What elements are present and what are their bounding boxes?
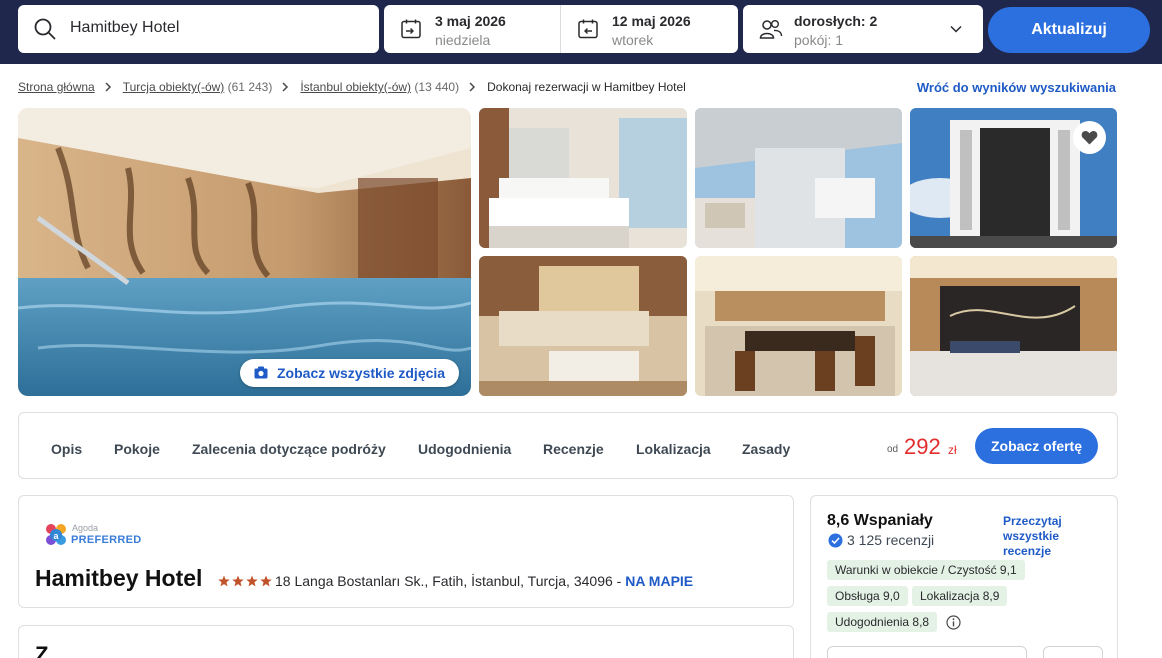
- price-from-label: od: [887, 444, 899, 455]
- checkout-date[interactable]: 12 maj 2026 wtorek: [561, 5, 738, 53]
- search-field[interactable]: Hamitbey Hotel: [18, 5, 379, 53]
- breadcrumb: Strona główna Turcja obiekty(-ów) (61 243…: [18, 80, 686, 94]
- favorite-button[interactable]: [1073, 121, 1106, 154]
- see-all-photos-button[interactable]: Zobacz wszystkie zdjęcia: [240, 359, 459, 387]
- pool-photo[interactable]: [18, 108, 471, 396]
- heart-icon: [1081, 131, 1098, 145]
- checkin-day-label: niedziela: [435, 32, 491, 48]
- property-nav: Opis Pokoje Zalecenia dotyczące podróży …: [18, 412, 1118, 479]
- tab-lokalizacja[interactable]: Lokalizacja: [636, 441, 711, 457]
- tab-zasady[interactable]: Zasady: [742, 441, 790, 457]
- agoda-preferred-logo-icon: a: [46, 524, 66, 545]
- chip-service: Obsługa 9,0: [827, 586, 908, 606]
- checkin-calendar-icon: [401, 19, 421, 39]
- guests-selector[interactable]: dorosłych: 2 pokój: 1: [743, 5, 983, 53]
- breadcrumb-city-count: (13 440): [414, 80, 460, 94]
- address-text: 18 Langa Bostanları Sk., Fatih, İstanbul…: [275, 573, 613, 589]
- camera-icon: [254, 366, 268, 379]
- rooms-label: pokój: 1: [794, 32, 844, 48]
- star-rating-icon: [218, 575, 272, 587]
- search-icon: [34, 18, 56, 40]
- see-all-photos-label: Zobacz wszystkie zdjęcia: [277, 365, 446, 381]
- star-icon: [232, 575, 244, 587]
- tab-udogodnienia[interactable]: Udogodnienia: [418, 441, 511, 457]
- reception-photo[interactable]: [910, 256, 1117, 396]
- chevron-right-icon: [282, 82, 289, 92]
- lobby-lounge-photo[interactable]: [479, 256, 687, 396]
- adults-label: dorosłych: 2: [794, 13, 878, 29]
- review-action-button[interactable]: [827, 646, 1027, 658]
- checkin-date[interactable]: 3 maj 2026 niedziela: [384, 5, 560, 53]
- price-currency: zł: [948, 443, 957, 457]
- preferred-badge: PREFERRED: [71, 534, 142, 546]
- checkin-date-label: 3 maj 2026: [435, 13, 506, 29]
- checkout-calendar-icon: [578, 19, 598, 39]
- breadcrumb-home[interactable]: Strona główna: [18, 80, 95, 94]
- chip-location: Lokalizacja 8,9: [912, 586, 1008, 606]
- search-input[interactable]: Hamitbey Hotel: [70, 19, 179, 37]
- review-summary-card: 8,6 Wspaniały 3 125 recenzji Przeczytaj …: [810, 495, 1118, 658]
- review-secondary-button[interactable]: [1043, 646, 1103, 658]
- date-picker[interactable]: 3 maj 2026 niedziela 12 maj 2026 wtorek: [384, 5, 738, 53]
- see-offer-button[interactable]: Zobacz ofertę: [975, 428, 1098, 464]
- tab-opis[interactable]: Opis: [51, 441, 82, 457]
- chevron-right-icon: [469, 82, 476, 92]
- section-card: Z: [18, 625, 794, 658]
- balcony-room-photo[interactable]: [695, 108, 902, 248]
- restaurant-photo[interactable]: [695, 256, 902, 396]
- update-button[interactable]: Aktualizuj: [988, 7, 1150, 53]
- verified-check-icon: [828, 533, 843, 548]
- people-icon: [759, 20, 783, 39]
- hotel-info-card: a Agoda PREFERRED Hamitbey Hotel 18 Lang…: [18, 495, 794, 608]
- section-title: Z: [35, 642, 49, 658]
- checkout-day-label: wtorek: [612, 32, 654, 48]
- review-count: 3 125 recenzji: [847, 532, 935, 548]
- review-score: 8,6 Wspaniały: [827, 512, 933, 529]
- checkout-date-label: 12 maj 2026: [612, 13, 691, 29]
- chevron-right-icon: [105, 82, 111, 92]
- top-search-bar: Hamitbey Hotel 3 maj 2026 niedziela 12 m…: [0, 0, 1162, 64]
- tab-recenzje[interactable]: Recenzje: [543, 441, 604, 457]
- price-value: 292: [904, 434, 941, 459]
- back-to-results-link[interactable]: Wróć do wyników wyszukiwania: [917, 80, 1116, 95]
- breadcrumb-city[interactable]: İstanbul obiekty(-ów): [300, 80, 411, 94]
- chip-cleanliness: Warunki w obiekcie / Czystość 9,1: [827, 560, 1025, 580]
- star-icon: [218, 575, 230, 587]
- map-link[interactable]: NA MAPIE: [625, 573, 693, 589]
- chip-facilities: Udogodnienia 8,8: [827, 612, 938, 632]
- star-icon: [260, 575, 272, 587]
- tab-pokoje[interactable]: Pokoje: [114, 441, 160, 457]
- hotel-name: Hamitbey Hotel: [35, 565, 203, 591]
- chevron-down-icon[interactable]: [949, 22, 963, 36]
- breadcrumb-country-count: (61 243): [227, 80, 273, 94]
- tab-travel-advice[interactable]: Zalecenia dotyczące podróży: [192, 441, 386, 457]
- read-all-reviews-link[interactable]: Przeczytaj wszystkie recenzje: [1003, 514, 1103, 559]
- star-icon: [246, 575, 258, 587]
- info-icon[interactable]: [946, 615, 961, 630]
- bedroom-photo[interactable]: [479, 108, 687, 248]
- breadcrumb-current: Dokonaj rezerwacji w Hamitbey Hotel: [487, 80, 686, 94]
- address-separator: -: [612, 573, 626, 589]
- agoda-brand-label: Agoda: [72, 523, 99, 533]
- hotel-address: 18 Langa Bostanları Sk., Fatih, İstanbul…: [275, 573, 693, 589]
- breadcrumb-country[interactable]: Turcja obiekty(-ów): [123, 80, 225, 94]
